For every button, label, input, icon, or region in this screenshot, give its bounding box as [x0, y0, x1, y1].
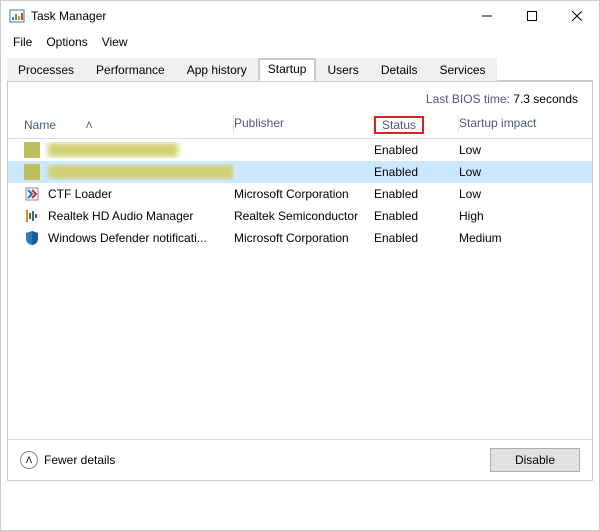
fewer-details-button[interactable]: ᐱ Fewer details	[20, 451, 115, 469]
list-item[interactable]: Realtek HD Audio Manager Realtek Semicon…	[8, 205, 592, 227]
cell-impact: Low	[459, 165, 592, 179]
maximize-button[interactable]	[509, 1, 554, 31]
startup-list: Enabled Low Enabled Low CTF Loader Micro…	[8, 139, 592, 249]
menu-file[interactable]: File	[7, 33, 38, 51]
close-button[interactable]	[554, 1, 599, 31]
cell-status: Enabled	[374, 231, 459, 245]
bios-label: Last BIOS time:	[426, 92, 510, 106]
cell-name: CTF Loader	[48, 187, 112, 201]
list-item[interactable]: Windows Defender notificati... Microsoft…	[8, 227, 592, 249]
titlebar: Task Manager	[1, 1, 599, 31]
cell-publisher: Microsoft Corporation	[234, 187, 374, 201]
menu-view[interactable]: View	[96, 33, 134, 51]
cell-status: Enabled	[374, 187, 459, 201]
cell-status: Enabled	[374, 209, 459, 223]
cell-impact: Low	[459, 187, 592, 201]
menu-options[interactable]: Options	[40, 33, 93, 51]
fewer-details-label: Fewer details	[44, 453, 115, 467]
task-manager-icon	[9, 8, 25, 24]
tabs: Processes Performance App history Startu…	[7, 57, 593, 81]
tab-users[interactable]: Users	[316, 58, 369, 81]
cell-status: Enabled	[374, 165, 459, 179]
column-status[interactable]: Status	[374, 116, 459, 134]
bios-value: 7.3 seconds	[513, 92, 578, 106]
cell-publisher: Realtek Semiconductor	[234, 209, 374, 223]
list-item[interactable]: Enabled Low	[8, 139, 592, 161]
tab-app-history[interactable]: App history	[176, 58, 258, 81]
disable-button[interactable]: Disable	[490, 448, 580, 472]
app-icon	[24, 142, 40, 158]
minimize-button[interactable]	[464, 1, 509, 31]
tab-details[interactable]: Details	[370, 58, 429, 81]
tab-services[interactable]: Services	[429, 58, 497, 81]
cell-impact: Low	[459, 143, 592, 157]
cell-impact: High	[459, 209, 592, 223]
ctf-icon	[24, 186, 40, 202]
sort-indicator-icon: ᐱ	[86, 120, 92, 131]
column-status-label: Status	[374, 116, 424, 134]
chevron-up-icon: ᐱ	[20, 451, 38, 469]
window-title: Task Manager	[31, 9, 464, 23]
audio-icon	[24, 208, 40, 224]
column-startup-impact[interactable]: Startup impact	[459, 116, 592, 134]
redacted-name	[48, 165, 234, 179]
defender-icon	[24, 230, 40, 246]
tab-processes[interactable]: Processes	[7, 58, 85, 81]
list-item[interactable]: CTF Loader Microsoft Corporation Enabled…	[8, 183, 592, 205]
cell-publisher: Microsoft Corporation	[234, 231, 374, 245]
column-name-label: Name	[24, 118, 56, 132]
cell-name: Realtek HD Audio Manager	[48, 209, 193, 223]
tab-performance[interactable]: Performance	[85, 58, 176, 81]
menubar: File Options View	[1, 31, 599, 53]
redacted-name	[48, 143, 178, 157]
footer: ᐱ Fewer details Disable	[8, 439, 592, 480]
cell-impact: Medium	[459, 231, 592, 245]
column-headers: Name ᐱ Publisher Status Startup impact	[8, 112, 592, 139]
cell-name: Windows Defender notificati...	[48, 231, 207, 245]
app-icon	[24, 164, 40, 180]
cell-status: Enabled	[374, 143, 459, 157]
content-area: Last BIOS time: 7.3 seconds Name ᐱ Publi…	[7, 81, 593, 481]
bios-time: Last BIOS time: 7.3 seconds	[8, 82, 592, 112]
column-name[interactable]: Name ᐱ	[24, 116, 234, 134]
list-item[interactable]: Enabled Low	[8, 161, 592, 183]
column-publisher[interactable]: Publisher	[234, 116, 374, 134]
tab-startup[interactable]: Startup	[258, 58, 317, 81]
